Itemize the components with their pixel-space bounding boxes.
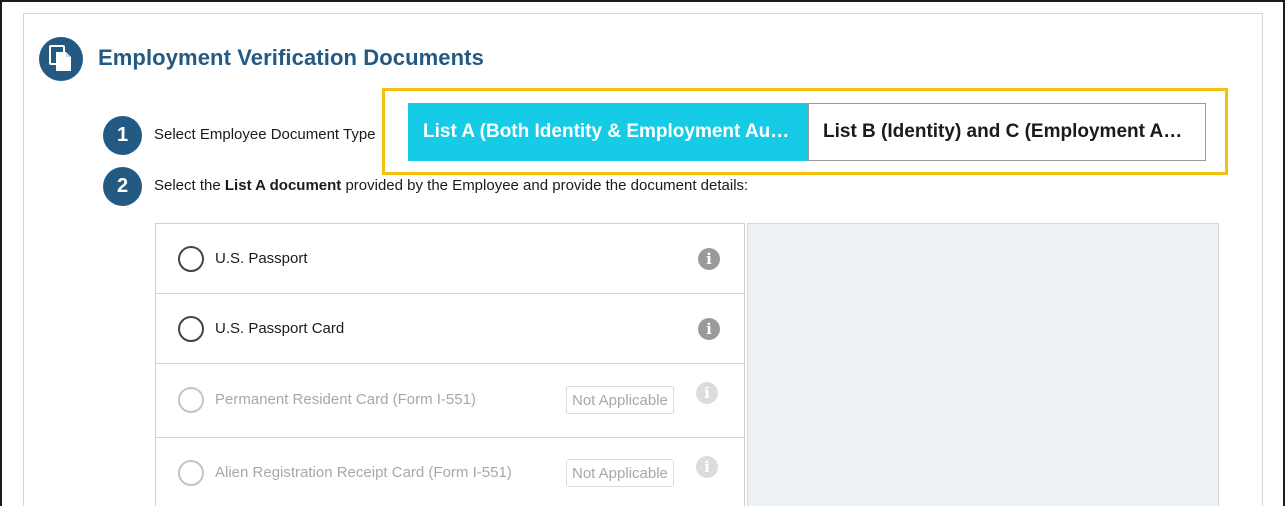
documents-icon: [39, 37, 83, 81]
not-applicable-badge: Not Applicable: [566, 386, 674, 414]
list-bc-toggle-button[interactable]: List B (Identity) and C (Employment Auth…: [808, 103, 1206, 161]
document-list: U.S. Passport i U.S. Passport Card i Per…: [155, 223, 745, 506]
radio-button: [178, 387, 204, 413]
step-2-text: Select the List A document provided by t…: [154, 177, 748, 194]
info-icon: i: [696, 382, 718, 404]
step-2-text-before: Select the: [154, 177, 225, 194]
document-label: Alien Registration Receipt Card (Form I-…: [215, 464, 512, 481]
radio-button[interactable]: [178, 246, 204, 272]
document-details-panel: [747, 223, 1219, 506]
document-label: U.S. Passport: [215, 250, 308, 267]
not-applicable-badge: Not Applicable: [566, 459, 674, 487]
document-option-alien-registration-receipt-card: Alien Registration Receipt Card (Form I-…: [156, 438, 744, 510]
step-2-text-bold: List A document: [224, 177, 342, 194]
step-1-badge: 1: [103, 116, 142, 155]
document-label: Permanent Resident Card (Form I-551): [215, 391, 476, 408]
list-bc-toggle-label: List B (Identity) and C (Employment Auth…: [823, 121, 1191, 142]
step-2-text-after: provided by the Employee and provide the…: [341, 177, 749, 194]
document-label: U.S. Passport Card: [215, 320, 345, 337]
list-a-toggle-label: List A (Both Identity & Employment Autho…: [423, 121, 793, 142]
step-1-text: Select Employee Document Type: [154, 126, 376, 143]
radio-button[interactable]: [178, 316, 204, 342]
document-option-permanent-resident-card: Permanent Resident Card (Form I-551) Not…: [156, 364, 744, 438]
section-title: Employment Verification Documents: [98, 45, 484, 70]
info-icon: i: [696, 456, 718, 478]
document-option-us-passport[interactable]: U.S. Passport i: [156, 224, 744, 294]
info-icon[interactable]: i: [698, 248, 720, 270]
list-a-toggle-button[interactable]: List A (Both Identity & Employment Autho…: [408, 103, 808, 161]
document-option-us-passport-card[interactable]: U.S. Passport Card i: [156, 294, 744, 364]
radio-button: [178, 460, 204, 486]
info-icon[interactable]: i: [698, 318, 720, 340]
step-2-badge: 2: [103, 167, 142, 206]
